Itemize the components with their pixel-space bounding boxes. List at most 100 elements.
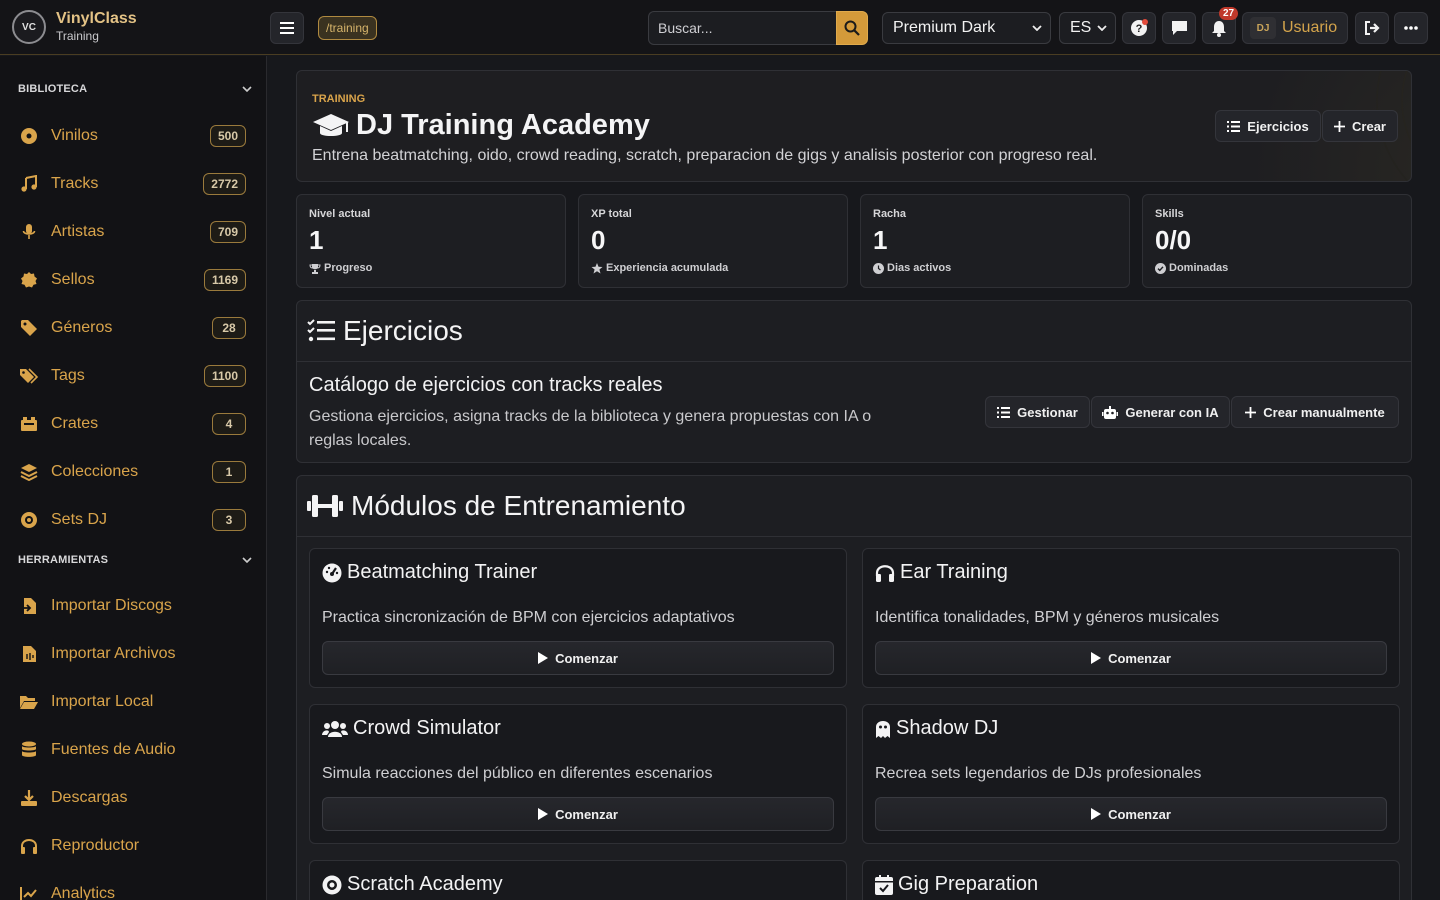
- generate-ai-button-label: Generar con IA: [1125, 404, 1219, 420]
- list-check-icon: [307, 319, 335, 342]
- chevron-down-icon: [1032, 25, 1042, 31]
- module-description: Practica sincronización de BPM con ejerc…: [322, 609, 735, 626]
- sidebar-item-generos[interactable]: Géneros 28: [18, 311, 248, 345]
- sidebar-item-label: Artistas: [51, 223, 105, 240]
- help-button[interactable]: ?: [1122, 12, 1156, 44]
- menu-toggle-button[interactable]: [270, 12, 304, 44]
- stat-card-level: Nivel actual 1 Progreso: [296, 194, 566, 288]
- create-manual-button[interactable]: Crear manualmente: [1231, 396, 1399, 428]
- create-manual-button-label: Crear manualmente: [1263, 404, 1385, 420]
- count-badge: 1100: [203, 365, 246, 387]
- sidebar: BIBLIOTECA Vinilos 500 Tracks 2772 Artis…: [0, 56, 267, 900]
- sidebar-item-analytics[interactable]: Analytics: [18, 877, 248, 900]
- layers-icon: [18, 461, 40, 483]
- stat-sub: Experiencia acumulada: [591, 262, 728, 274]
- route-badge: /training: [318, 16, 377, 40]
- user-menu[interactable]: DJ Usuario: [1242, 12, 1348, 44]
- more-options-button[interactable]: [1394, 12, 1428, 44]
- sidebar-item-fuentes-de-audio[interactable]: Fuentes de Audio: [18, 733, 248, 767]
- start-button[interactable]: Comenzar: [875, 797, 1387, 831]
- stat-label: Skills: [1155, 208, 1184, 220]
- sidebar-item-tags[interactable]: Tags 1100: [18, 359, 248, 393]
- graduation-cap-icon: [313, 113, 349, 136]
- create-button[interactable]: Crear: [1322, 110, 1398, 142]
- catalog-description: Gestiona ejercicios, asigna tracks de la…: [309, 405, 871, 453]
- module-title: Scratch Academy: [322, 873, 503, 896]
- sidebar-item-sellos[interactable]: Sellos 1169: [18, 263, 248, 297]
- module-title-text: Scratch Academy: [347, 873, 503, 895]
- search-bar: [648, 11, 868, 45]
- help-icon: ?: [1131, 19, 1148, 36]
- sidebar-item-descargas[interactable]: Descargas: [18, 781, 248, 815]
- stat-value: 0: [591, 225, 606, 255]
- modules-title: Módulos de Entrenamiento: [351, 490, 686, 521]
- brand-name: VinylClass: [56, 10, 137, 28]
- sidebar-item-tracks[interactable]: Tracks 2772: [18, 167, 248, 201]
- brand-subtitle: Training: [56, 29, 99, 44]
- notifications-button[interactable]: 27: [1202, 7, 1239, 44]
- tag-icon: [18, 317, 40, 339]
- stat-value: 1: [873, 225, 888, 255]
- sidebar-item-crates[interactable]: Crates 4: [18, 407, 248, 441]
- language-select[interactable]: ES: [1059, 12, 1116, 44]
- play-icon: [538, 808, 549, 820]
- generate-ai-button[interactable]: Generar con IA: [1091, 396, 1230, 428]
- sidebar-item-vinilos[interactable]: Vinilos 500: [18, 119, 248, 153]
- sidebar-item-sets-dj[interactable]: Sets DJ 3: [18, 503, 248, 537]
- file-audio-icon: [18, 643, 40, 665]
- exercises-button[interactable]: Ejercicios: [1215, 110, 1321, 142]
- module-scratch-academy: Scratch Academy: [309, 860, 847, 900]
- theme-select[interactable]: Premium Dark: [882, 12, 1051, 44]
- module-title-text: Ear Training: [900, 561, 1008, 583]
- search-input[interactable]: [648, 11, 836, 45]
- sidebar-item-importar-local[interactable]: Importar Local: [18, 685, 248, 719]
- sidebar-item-label: Descargas: [51, 789, 128, 806]
- ghost-icon: [876, 720, 890, 738]
- start-button[interactable]: Comenzar: [875, 641, 1387, 675]
- catalog-description-line: Gestiona ejercicios, asigna tracks de la…: [309, 408, 872, 425]
- chevron-down-icon: [242, 86, 252, 92]
- sidebar-item-label: Importar Local: [51, 693, 154, 710]
- stat-sub: Progreso: [309, 262, 372, 274]
- count-badge: 1: [212, 461, 246, 483]
- headphones-icon: [18, 835, 40, 857]
- list-icon: [997, 406, 1011, 418]
- record-icon: [322, 875, 342, 894]
- sidebar-item-importar-archivos[interactable]: Importar Archivos: [18, 637, 248, 671]
- robot-icon: [1102, 405, 1119, 419]
- sidebar-item-reproductor[interactable]: Reproductor: [18, 829, 248, 863]
- module-description: Simula reacciones del público en diferen…: [322, 765, 713, 782]
- module-title: Shadow DJ: [875, 717, 998, 740]
- start-button-label: Comenzar: [555, 650, 618, 666]
- search-button[interactable]: [836, 11, 868, 45]
- trophy-icon: [309, 263, 321, 274]
- sidebar-section-title: BIBLIOTECA: [18, 83, 88, 95]
- stat-card-streak: Racha 1 Dias activos: [860, 194, 1130, 288]
- stat-sub-text: Experiencia acumulada: [606, 262, 729, 274]
- chart-line-icon: [18, 883, 40, 900]
- hamburger-icon: [280, 22, 294, 34]
- manage-button[interactable]: Gestionar: [985, 396, 1090, 428]
- sidebar-item-label: Colecciones: [51, 463, 139, 480]
- exercises-card: Ejercicios Catálogo de ejercicios con tr…: [296, 300, 1412, 463]
- sidebar-item-importar-discogs[interactable]: Importar Discogs: [18, 589, 248, 623]
- sidebar-item-colecciones[interactable]: Colecciones 1: [18, 455, 248, 489]
- seal-icon: [18, 269, 40, 291]
- module-title: Crowd Simulator: [322, 717, 501, 740]
- sidebar-item-artistas[interactable]: Artistas 709: [18, 215, 248, 249]
- create-button-label: Crear: [1352, 118, 1386, 134]
- start-button[interactable]: Comenzar: [322, 797, 834, 831]
- module-title-text: Shadow DJ: [896, 717, 999, 739]
- sidebar-section-library[interactable]: BIBLIOTECA: [18, 83, 252, 95]
- sidebar-section-tools[interactable]: HERRAMIENTAS: [18, 554, 252, 566]
- stat-sub: Dominadas: [1155, 262, 1228, 274]
- chevron-down-icon: [242, 557, 252, 563]
- sidebar-item-label: Sets DJ: [51, 511, 108, 528]
- logout-button[interactable]: [1355, 12, 1389, 44]
- messages-button[interactable]: [1162, 12, 1196, 44]
- start-button[interactable]: Comenzar: [322, 641, 834, 675]
- stat-value: 0/0: [1155, 225, 1192, 255]
- brand[interactable]: VC VinylClass Training: [12, 10, 137, 44]
- module-ear-training: Ear Training Identifica tonalidades, BPM…: [862, 548, 1400, 688]
- avatar: DJ: [1250, 17, 1276, 39]
